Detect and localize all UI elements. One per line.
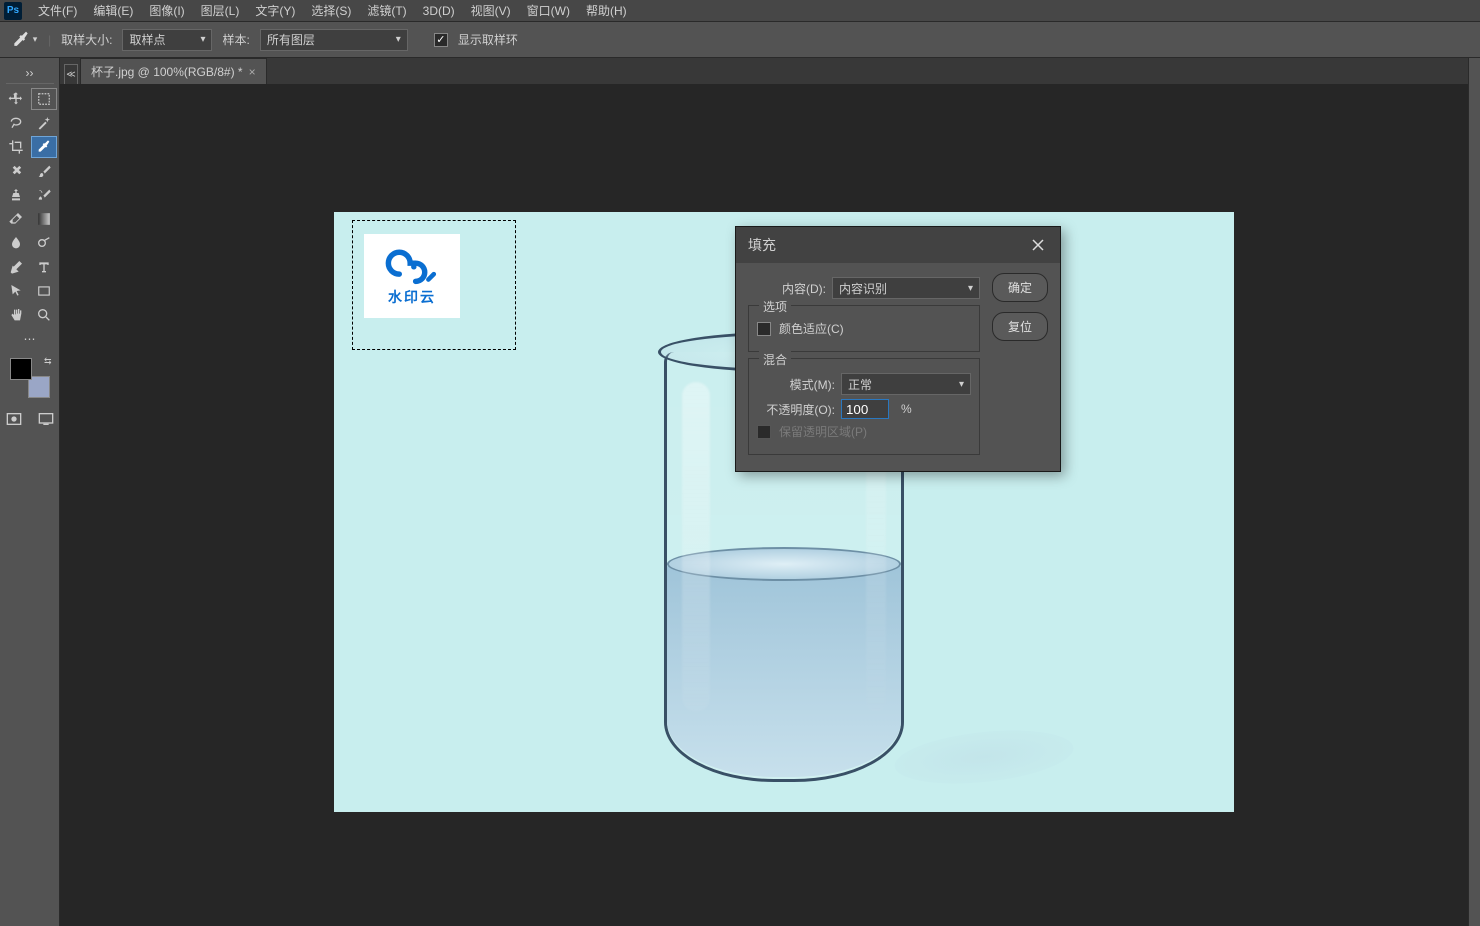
brush-tool[interactable]: [31, 160, 57, 182]
fill-dialog: 填充 内容(D): 内容识别 选项 颜色适应(C) 混合 模式(M):: [735, 226, 1061, 472]
menu-edit[interactable]: 编辑(E): [85, 0, 141, 22]
canvas-viewport[interactable]: 水印云: [60, 84, 1468, 926]
screen-mode-tool[interactable]: [33, 408, 59, 430]
dodge-tool[interactable]: [31, 232, 57, 254]
toolbox-grip[interactable]: ››: [6, 62, 54, 84]
foreground-color[interactable]: [10, 358, 32, 380]
dialog-titlebar[interactable]: 填充: [736, 227, 1060, 263]
move-tool[interactable]: [3, 88, 29, 110]
sample-size-select[interactable]: 取样点: [122, 29, 212, 51]
blend-legend: 混合: [759, 351, 791, 368]
quick-mask-tool[interactable]: [1, 408, 27, 430]
show-ring-checkbox[interactable]: [434, 33, 448, 47]
menu-window[interactable]: 窗口(W): [519, 0, 578, 22]
toolbox-more[interactable]: ⋯: [17, 328, 43, 350]
mode-label: 模式(M):: [757, 376, 841, 393]
document-title: 杯子.jpg @ 100%(RGB/8#) *: [91, 63, 243, 80]
gradient-tool[interactable]: [31, 208, 57, 230]
menu-type[interactable]: 文字(Y): [247, 0, 303, 22]
ok-button[interactable]: 确定: [992, 273, 1048, 302]
menu-image[interactable]: 图像(I): [141, 0, 192, 22]
water-puddle: [892, 723, 1076, 792]
hand-tool[interactable]: [3, 304, 29, 326]
dialog-title: 填充: [748, 235, 776, 255]
magic-wand-tool[interactable]: [31, 112, 57, 134]
path-select-tool[interactable]: [3, 280, 29, 302]
watermark-logo: 水印云: [364, 234, 460, 318]
blur-tool[interactable]: [3, 232, 29, 254]
canvas-region: ≪ 杯子.jpg @ 100%(RGB/8#) * ×: [60, 58, 1468, 926]
opacity-label: 不透明度(O):: [757, 401, 841, 418]
document-tabs: ≪ 杯子.jpg @ 100%(RGB/8#) * ×: [60, 58, 1468, 84]
content-select[interactable]: 内容识别: [832, 277, 980, 299]
toolbox: ›› ⋯ ⇆: [0, 58, 60, 926]
reset-button[interactable]: 复位: [992, 312, 1048, 341]
show-ring-label: 显示取样环: [458, 31, 518, 48]
menu-filter[interactable]: 滤镜(T): [359, 0, 414, 22]
opacity-input[interactable]: [841, 399, 889, 419]
menu-bar: Ps 文件(F) 编辑(E) 图像(I) 图层(L) 文字(Y) 选择(S) 滤…: [0, 0, 1480, 22]
color-adapt-label: 颜色适应(C): [779, 320, 844, 337]
menu-help[interactable]: 帮助(H): [578, 0, 635, 22]
menu-view[interactable]: 视图(V): [463, 0, 519, 22]
sample-select[interactable]: 所有图层: [260, 29, 408, 51]
cloud-icon: [382, 245, 442, 285]
crop-tool[interactable]: [3, 136, 29, 158]
options-fieldset: 选项 颜色适应(C): [748, 305, 980, 352]
dialog-close-button[interactable]: [1028, 235, 1048, 255]
sample-size-label: 取样大小:: [61, 31, 112, 48]
preserve-trans-checkbox: [757, 425, 771, 439]
menu-select[interactable]: 选择(S): [303, 0, 359, 22]
current-tool-icon[interactable]: ▾: [10, 26, 38, 54]
tab-handle-icon[interactable]: ≪: [64, 64, 78, 84]
tab-close-icon[interactable]: ×: [249, 65, 256, 79]
preserve-trans-label: 保留透明区域(P): [779, 423, 867, 440]
history-brush-tool[interactable]: [31, 184, 57, 206]
app-logo: Ps: [4, 2, 22, 20]
pen-tool[interactable]: [3, 256, 29, 278]
document-tab[interactable]: 杯子.jpg @ 100%(RGB/8#) * ×: [80, 58, 267, 84]
clone-tool[interactable]: [3, 184, 29, 206]
opacity-unit: %: [901, 402, 912, 416]
eraser-tool[interactable]: [3, 208, 29, 230]
color-adapt-checkbox[interactable]: [757, 322, 771, 336]
menu-3d[interactable]: 3D(D): [415, 1, 463, 21]
rectangle-tool[interactable]: [31, 280, 57, 302]
menu-layer[interactable]: 图层(L): [193, 0, 248, 22]
watermark-text: 水印云: [388, 287, 436, 307]
content-label: 内容(D):: [748, 280, 832, 297]
menu-file[interactable]: 文件(F): [30, 0, 85, 22]
eyedropper-tool[interactable]: [31, 136, 57, 158]
swap-colors-icon[interactable]: ⇆: [44, 356, 52, 367]
blend-fieldset: 混合 模式(M): 正常 不透明度(O): % 保留透明区域(P): [748, 358, 980, 455]
lasso-tool[interactable]: [3, 112, 29, 134]
options-legend: 选项: [759, 298, 791, 315]
sample-label: 样本:: [222, 31, 249, 48]
color-swatches[interactable]: ⇆: [10, 358, 50, 398]
type-tool[interactable]: [31, 256, 57, 278]
zoom-tool[interactable]: [31, 304, 57, 326]
healing-tool[interactable]: [3, 160, 29, 182]
options-bar: ▾ | 取样大小: 取样点 样本: 所有图层 显示取样环: [0, 22, 1480, 58]
mode-select[interactable]: 正常: [841, 373, 971, 395]
right-panel-strip[interactable]: [1468, 58, 1480, 926]
artboard-tool[interactable]: [31, 88, 57, 110]
